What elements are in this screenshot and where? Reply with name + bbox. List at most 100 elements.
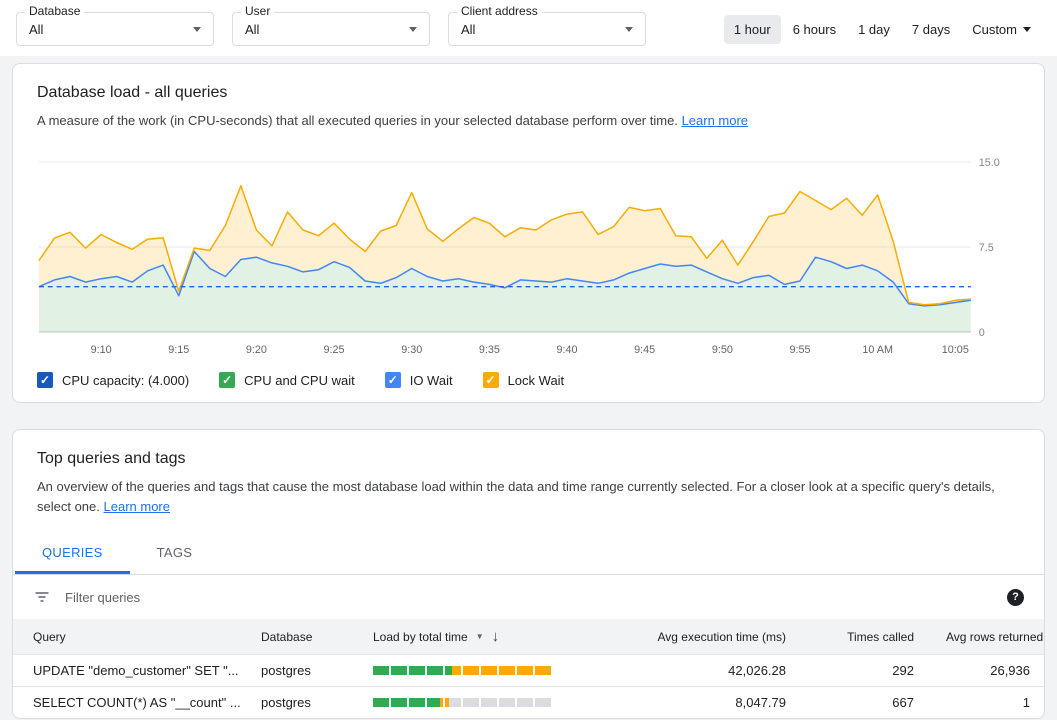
database-load-description-text: A measure of the work (in CPU-seconds) t… <box>37 113 678 128</box>
time-range-6-hours[interactable]: 6 hours <box>783 15 846 44</box>
client-address-filter-label: Client address <box>457 4 542 18</box>
legend-item-cpu-capacity[interactable]: ✓ CPU capacity: (4.000) <box>37 372 189 388</box>
legend-label-lock-wait: Lock Wait <box>508 373 565 388</box>
top-queries-card: Top queries and tags An overview of the … <box>12 429 1045 719</box>
legend-item-lock-wait[interactable]: ✓ Lock Wait <box>483 372 565 388</box>
col-header-load-label: Load by total time <box>373 630 468 644</box>
table-row[interactable]: SELECT COUNT(*) AS "__count" ... postgre… <box>13 687 1045 719</box>
top-queries-description-text: An overview of the queries and tags that… <box>37 479 995 514</box>
svg-text:10 AM: 10 AM <box>862 344 893 356</box>
learn-more-link[interactable]: Learn more <box>104 499 170 514</box>
page-content: Database load - all queries A measure of… <box>0 56 1057 720</box>
queries-tags-tabs: QUERIES TAGS <box>13 531 1044 575</box>
legend-label-cpu-capacity: CPU capacity: (4.000) <box>62 373 189 388</box>
load-chart[interactable]: 15.0 7.5 0 9:10 9:15 9:20 9:25 9:30 9:35 9:40 9:45… <box>37 147 1020 362</box>
time-range-selector: 1 hour 6 hours 1 day 7 days Custom <box>724 15 1041 44</box>
chart-legend: ✓ CPU capacity: (4.000) ✓ CPU and CPU wa… <box>37 372 1020 388</box>
user-filter-label: User <box>241 4 274 18</box>
database-cell: postgres <box>245 687 357 719</box>
chevron-down-icon <box>1023 27 1031 36</box>
time-range-7-days[interactable]: 7 days <box>902 15 960 44</box>
database-cell: postgres <box>245 655 357 687</box>
table-header-row: Query Database Load by total time ▼ ↓ Av… <box>13 619 1045 655</box>
svg-text:9:25: 9:25 <box>324 344 345 356</box>
user-filter-value: All <box>245 22 259 37</box>
svg-text:9:40: 9:40 <box>557 344 578 356</box>
avg-execution-time-cell: 8,047.79 <box>607 687 802 719</box>
svg-text:10:05: 10:05 <box>942 344 969 356</box>
svg-text:9:50: 9:50 <box>712 344 733 356</box>
load-cell <box>357 687 607 719</box>
svg-text:15.0: 15.0 <box>979 157 1000 169</box>
col-header-query: Query <box>13 619 245 655</box>
top-queries-description: An overview of the queries and tags that… <box>37 477 1020 517</box>
load-bar-stripes <box>373 666 553 675</box>
avg-execution-time-cell: 42,026.28 <box>607 655 802 687</box>
load-bar-stripes <box>373 698 553 707</box>
legend-label-cpu-and-cpu-wait: CPU and CPU wait <box>244 373 355 388</box>
legend-label-io-wait: IO Wait <box>410 373 453 388</box>
help-icon[interactable]: ? <box>1007 589 1024 606</box>
load-bar <box>373 698 553 707</box>
table-row[interactable]: UPDATE "demo_customer" SET "... postgres… <box>13 655 1045 687</box>
check-icon: ✓ <box>40 374 50 386</box>
database-load-title: Database load - all queries <box>37 84 1020 102</box>
svg-text:0: 0 <box>979 327 985 339</box>
legend-checkbox-3: ✓ <box>483 372 499 388</box>
avg-rows-returned-cell: 26,936 <box>930 655 1045 687</box>
legend-checkbox-1: ✓ <box>219 372 235 388</box>
load-cell <box>357 655 607 687</box>
database-load-description: A measure of the work (in CPU-seconds) t… <box>37 111 1020 131</box>
user-filter-select[interactable]: User All <box>232 12 430 46</box>
time-range-1-day[interactable]: 1 day <box>848 15 900 44</box>
load-bar <box>373 666 553 675</box>
chevron-down-icon <box>193 27 201 36</box>
tab-tags[interactable]: TAGS <box>130 531 220 574</box>
time-range-custom[interactable]: Custom <box>962 15 1041 44</box>
legend-checkbox-0: ✓ <box>37 372 53 388</box>
database-filter-select[interactable]: Database All <box>16 12 214 46</box>
client-address-filter-value: All <box>461 22 475 37</box>
legend-checkbox-2: ✓ <box>385 372 401 388</box>
check-icon: ✓ <box>222 374 232 386</box>
avg-rows-returned-cell: 1 <box>930 687 1045 719</box>
tab-queries[interactable]: QUERIES <box>15 531 130 574</box>
svg-text:9:10: 9:10 <box>91 344 112 356</box>
svg-text:9:20: 9:20 <box>246 344 267 356</box>
chevron-down-icon <box>625 27 633 36</box>
chevron-down-icon <box>409 27 417 36</box>
time-range-1-hour[interactable]: 1 hour <box>724 15 781 44</box>
svg-text:7.5: 7.5 <box>979 242 994 254</box>
top-queries-table: Query Database Load by total time ▼ ↓ Av… <box>13 619 1045 718</box>
svg-text:9:30: 9:30 <box>401 344 422 356</box>
svg-text:9:45: 9:45 <box>634 344 655 356</box>
col-header-avg-rows-returned: Avg rows returned <box>930 619 1045 655</box>
filter-queries-input[interactable] <box>65 590 1007 605</box>
time-range-custom-label: Custom <box>972 22 1017 37</box>
svg-text:9:15: 9:15 <box>168 344 189 356</box>
svg-text:9:55: 9:55 <box>789 344 810 356</box>
filter-toolbar: Database All User All Client address All… <box>0 0 1057 56</box>
col-header-database: Database <box>245 619 357 655</box>
column-menu-arrow-icon[interactable]: ▼ <box>476 632 484 641</box>
col-header-times-called: Times called <box>802 619 930 655</box>
top-queries-title: Top queries and tags <box>37 450 1020 468</box>
client-address-filter-select[interactable]: Client address All <box>448 12 646 46</box>
times-called-cell: 667 <box>802 687 930 719</box>
col-header-avg-execution-time: Avg execution time (ms) <box>607 619 802 655</box>
svg-text:9:35: 9:35 <box>479 344 500 356</box>
database-filter-label: Database <box>25 4 84 18</box>
query-cell: SELECT COUNT(*) AS "__count" ... <box>13 687 245 719</box>
filter-list-icon <box>33 588 51 606</box>
query-cell: UPDATE "demo_customer" SET "... <box>13 655 245 687</box>
learn-more-link[interactable]: Learn more <box>682 113 748 128</box>
database-load-card: Database load - all queries A measure of… <box>12 63 1045 403</box>
sort-descending-icon[interactable]: ↓ <box>492 628 500 645</box>
legend-item-cpu-and-cpu-wait[interactable]: ✓ CPU and CPU wait <box>219 372 355 388</box>
col-header-load-by-total-time[interactable]: Load by total time ▼ ↓ <box>357 619 607 655</box>
times-called-cell: 292 <box>802 655 930 687</box>
query-filter-bar: ? <box>13 575 1044 619</box>
database-filter-value: All <box>29 22 43 37</box>
check-icon: ✓ <box>388 374 398 386</box>
legend-item-io-wait[interactable]: ✓ IO Wait <box>385 372 453 388</box>
